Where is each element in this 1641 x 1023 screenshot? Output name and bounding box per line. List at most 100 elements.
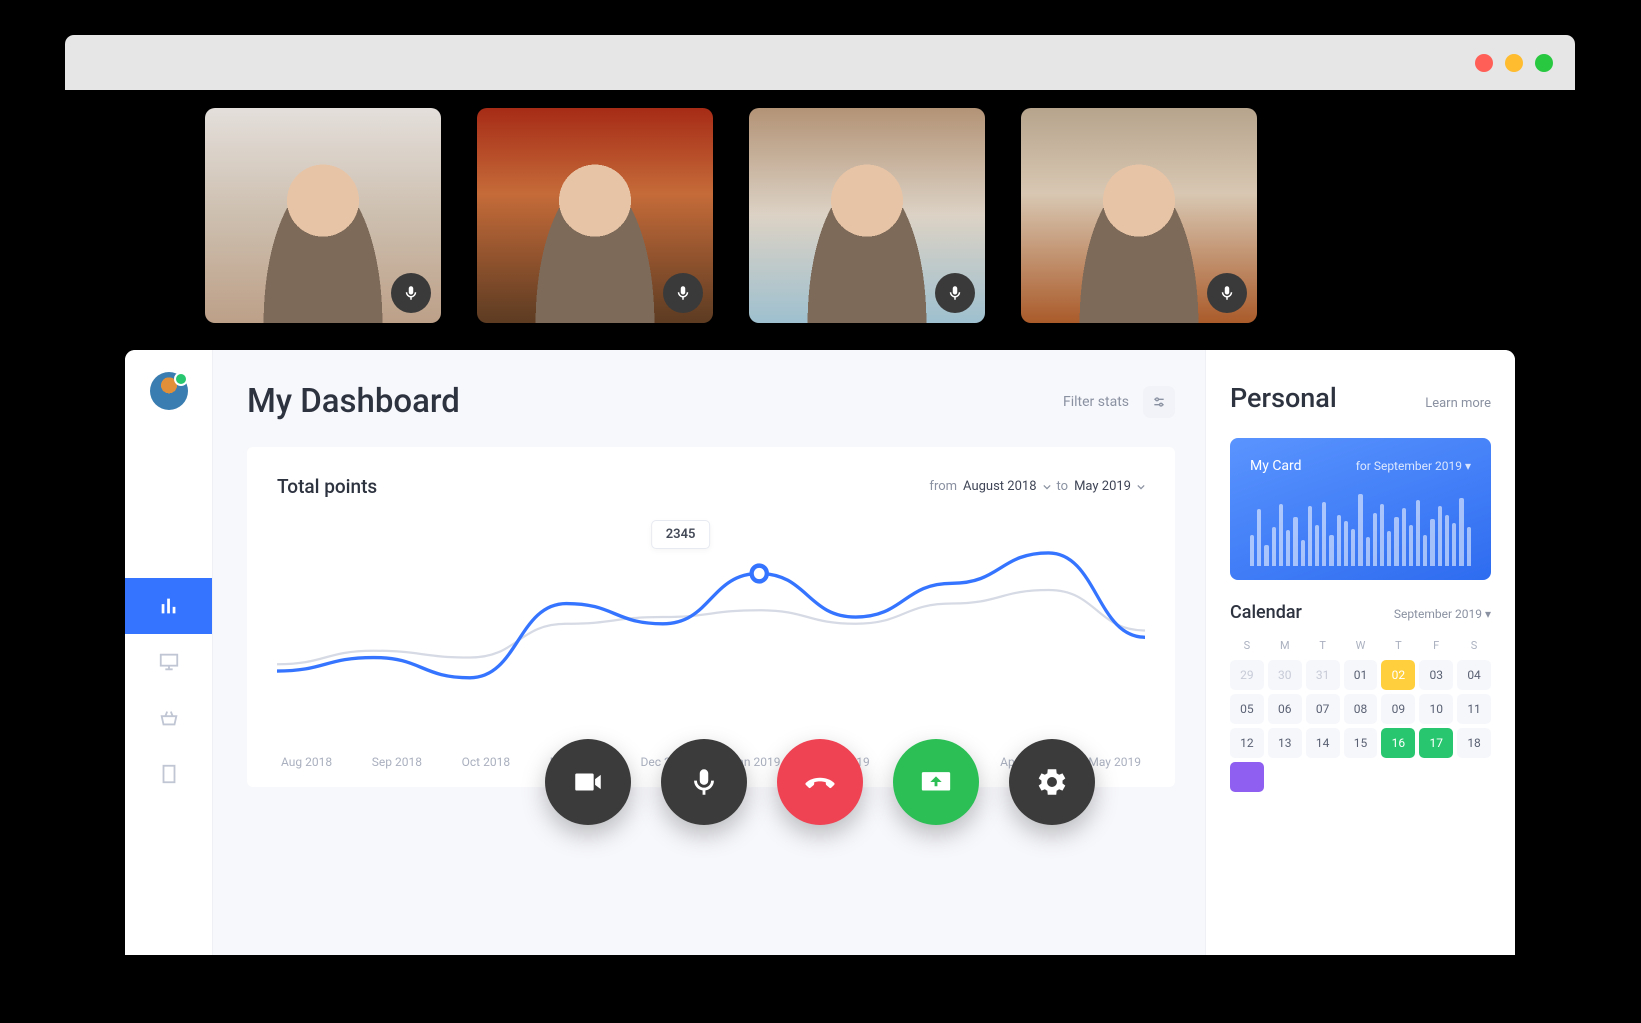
spark-bar <box>1430 519 1434 566</box>
spark-bar <box>1452 523 1456 566</box>
spark-bar <box>1344 521 1348 566</box>
calendar-days-of-week: SMTWTFS <box>1230 639 1491 652</box>
from-value: August 2018 <box>963 479 1036 494</box>
right-panel-title: Personal <box>1230 382 1337 414</box>
sidebar-item-analytics[interactable] <box>125 578 212 634</box>
spark-bar <box>1387 531 1391 566</box>
bar-chart-icon <box>158 595 180 617</box>
spark-bar <box>1279 504 1283 566</box>
calendar-day[interactable]: 07 <box>1306 694 1340 724</box>
calendar-title: Calendar <box>1230 602 1302 623</box>
to-value: May 2019 <box>1074 479 1131 494</box>
calendar-day[interactable]: 01 <box>1344 660 1378 690</box>
dow-label: F <box>1419 639 1453 652</box>
sidebar-item-document[interactable] <box>125 746 212 802</box>
microphone-icon <box>674 284 692 302</box>
calendar-day[interactable]: 31 <box>1306 660 1340 690</box>
document-icon <box>158 763 180 785</box>
dow-label: T <box>1381 639 1415 652</box>
spark-bar <box>1351 529 1355 566</box>
window-controls <box>1475 54 1553 72</box>
calendar-day[interactable]: 08 <box>1344 694 1378 724</box>
calendar-day[interactable]: 18 <box>1457 728 1491 758</box>
my-card-for-label: for <box>1356 459 1371 473</box>
spark-bar <box>1358 494 1362 566</box>
spark-bar <box>1438 506 1442 566</box>
calendar-day[interactable]: 04 <box>1457 660 1491 690</box>
spark-bar <box>1337 515 1341 566</box>
calendar-day[interactable]: 12 <box>1230 728 1264 758</box>
to-label: to <box>1057 479 1069 494</box>
toggle-video-button[interactable] <box>545 739 631 825</box>
calendar-day[interactable]: 05 <box>1230 694 1264 724</box>
calendar-day[interactable]: 15 <box>1344 728 1378 758</box>
participants-row <box>65 90 1575 323</box>
spark-bar <box>1286 530 1290 566</box>
close-window-button[interactable] <box>1475 54 1493 72</box>
hang-up-button[interactable] <box>777 739 863 825</box>
calendar-day[interactable]: 09 <box>1381 694 1415 724</box>
shared-screen: My Dashboard Filter stats Total points f… <box>125 350 1515 955</box>
microphone-icon <box>1218 284 1236 302</box>
card-title: Total points <box>277 475 377 498</box>
spark-bar <box>1293 517 1297 566</box>
minimize-window-button[interactable] <box>1505 54 1523 72</box>
calendar-day[interactable]: 10 <box>1419 694 1453 724</box>
spark-bar <box>1380 504 1384 566</box>
right-panel: Personal Learn more My Card for Septembe… <box>1205 350 1515 955</box>
page-title: My Dashboard <box>247 382 460 421</box>
filter-stats-button[interactable]: Filter stats <box>1063 386 1175 418</box>
participant-thumbnail[interactable] <box>1021 108 1257 323</box>
calendar-day[interactable]: 11 <box>1457 694 1491 724</box>
calendar-day[interactable]: 03 <box>1419 660 1453 690</box>
total-points-card: Total points from August 2018 to May 201… <box>247 447 1175 787</box>
calendar-day[interactable]: 02 <box>1381 660 1415 690</box>
participant-video-placeholder <box>525 153 665 323</box>
dow-label: M <box>1268 639 1302 652</box>
participant-mic-button[interactable] <box>391 273 431 313</box>
microphone-icon <box>946 284 964 302</box>
chevron-down-icon <box>1043 483 1051 491</box>
spark-bar <box>1329 535 1333 566</box>
app-window: My Dashboard Filter stats Total points f… <box>65 35 1575 955</box>
sidebar-item-basket[interactable] <box>125 690 212 746</box>
calendar-day[interactable]: 06 <box>1268 694 1302 724</box>
share-screen-button[interactable] <box>893 739 979 825</box>
chevron-down-icon <box>1137 483 1145 491</box>
settings-button[interactable] <box>1009 739 1095 825</box>
participant-mic-button[interactable] <box>663 273 703 313</box>
date-range-selector[interactable]: from August 2018 to May 2019 <box>929 479 1145 494</box>
share-screen-icon <box>919 765 953 799</box>
basket-icon <box>158 707 180 729</box>
window-titlebar <box>65 35 1575 90</box>
spark-bar <box>1402 508 1406 566</box>
participant-mic-button[interactable] <box>935 273 975 313</box>
my-card-widget[interactable]: My Card for September 2019 ▾ <box>1230 438 1491 580</box>
calendar-day[interactable]: 16 <box>1381 728 1415 758</box>
calendar-day[interactable]: 17 <box>1419 728 1453 758</box>
my-card-spark-chart <box>1250 494 1471 566</box>
spark-bar <box>1459 498 1463 566</box>
main-header: My Dashboard Filter stats <box>247 382 1175 421</box>
learn-more-link[interactable]: Learn more <box>1425 396 1491 411</box>
maximize-window-button[interactable] <box>1535 54 1553 72</box>
participant-thumbnail[interactable] <box>205 108 441 323</box>
participant-thumbnail[interactable] <box>749 108 985 323</box>
from-label: from <box>929 479 957 494</box>
dow-label: S <box>1457 639 1491 652</box>
calendar-day[interactable]: 13 <box>1268 728 1302 758</box>
spark-bar <box>1315 525 1319 566</box>
points-chart[interactable]: 2345 <box>277 518 1145 743</box>
spark-bar <box>1272 527 1276 566</box>
calendar-day[interactable]: 30 <box>1268 660 1302 690</box>
participant-mic-button[interactable] <box>1207 273 1247 313</box>
user-avatar[interactable] <box>150 372 188 410</box>
chart-tooltip: 2345 <box>651 520 711 549</box>
calendar-day[interactable]: 29 <box>1230 660 1264 690</box>
calendar-day[interactable]: 14 <box>1306 728 1340 758</box>
participant-thumbnail[interactable] <box>477 108 713 323</box>
calendar-day[interactable] <box>1230 762 1264 792</box>
calendar-month-selector[interactable]: September 2019 ▾ <box>1394 607 1491 621</box>
sidebar-item-presentation[interactable] <box>125 634 212 690</box>
toggle-mic-button[interactable] <box>661 739 747 825</box>
